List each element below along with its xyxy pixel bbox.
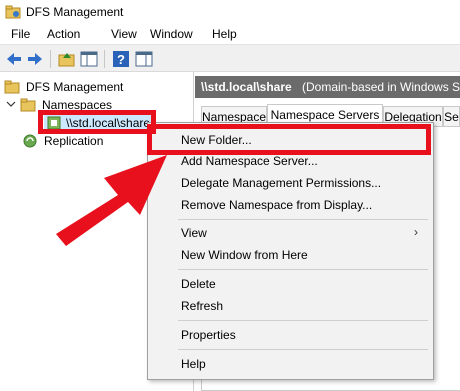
annotation-arrow-icon (56, 155, 167, 246)
